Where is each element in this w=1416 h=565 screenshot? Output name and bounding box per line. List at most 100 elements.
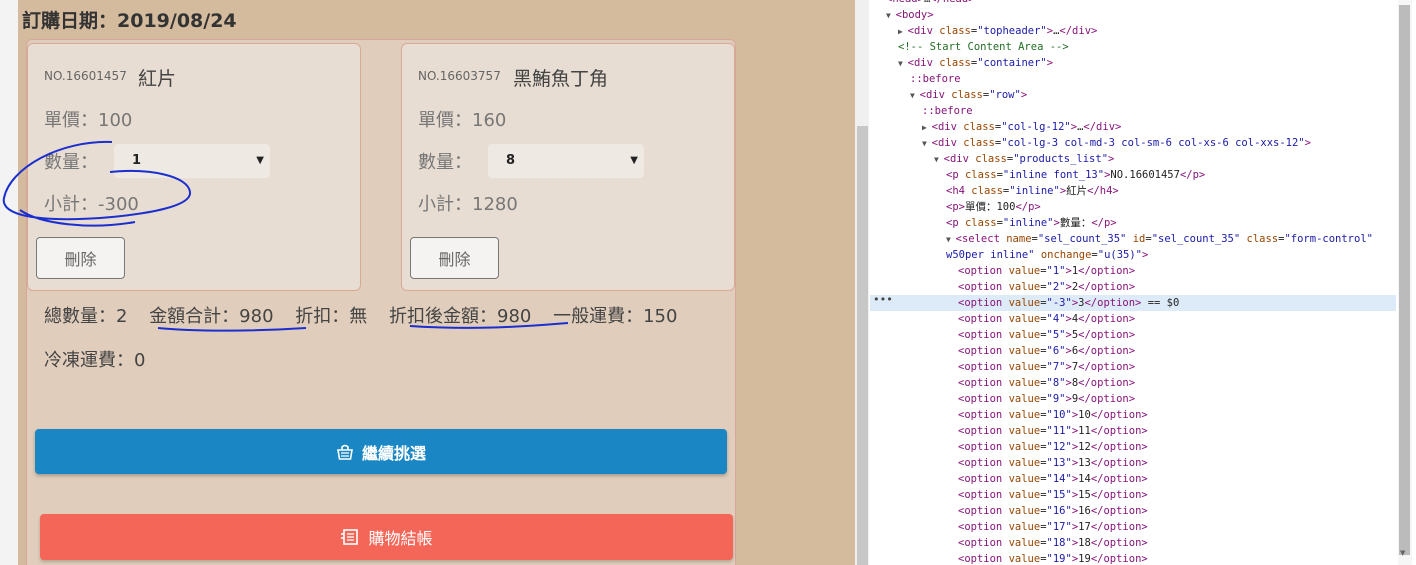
tag-name: <body> [895,9,934,21]
attr-value: "15" [1046,489,1072,501]
tag-name: <option [958,441,1003,453]
attr-value: "13" [1046,457,1072,469]
collapsed-triangle-icon: ▶ [922,123,932,132]
attr-name: class [963,121,995,133]
delete-button[interactable]: 刪除 [36,237,125,279]
dom-node-content: <option value="14">14</option> [958,471,1148,487]
node-text: 16 [1078,505,1091,517]
expanded-triangle-icon: ▼ [946,235,956,244]
tag-name: <option [958,505,1003,517]
closing-tag: </head> [930,0,974,5]
attr-name: name [1006,233,1032,245]
subtotal: 小計：-300 [44,194,139,215]
tag-name: <option [958,409,1003,421]
node-text: 12 [1078,441,1091,453]
dom-node-content: <option value="19">19</option> [958,551,1148,565]
attr-name: value [1008,537,1041,549]
tag-name: <option [958,473,1003,485]
dom-node-content: <option value="8">8</option> [958,375,1135,391]
closing-tag: </option> [1090,553,1148,565]
dom-node-content: ▶ <div class="col-lg-12">…</div> [922,119,1121,136]
attr-value: "17" [1046,521,1072,533]
attr-value: "container" [977,57,1047,69]
attr-name: class [971,185,1003,197]
discounted-amount: 折扣後金額：980 [389,306,532,327]
dom-node-content: <option value="7">7</option> [958,359,1135,375]
devtools-scrollbar-thumb[interactable] [1399,5,1410,555]
attr-value: "topheader" [977,25,1047,37]
basket-icon [337,444,353,460]
node-text: 11 [1078,425,1091,437]
tag-bracket: > [1108,153,1115,165]
unit-price: 單價：100 [44,110,133,131]
screenshot-root: 訂購日期：2019/08/24 NO.16601457 紅片 單價：100 數量… [0,0,1416,565]
attr-value: w50per inline" [946,249,1035,261]
attr-value: "11" [1046,425,1072,437]
node-text: 18 [1078,537,1091,549]
dom-node-content: <p>單價：100</p> [946,199,1041,215]
tag-name: <option [958,313,1003,325]
expanded-triangle-icon: ▼ [934,155,944,164]
expanded-triangle-icon: ▼ [910,91,920,100]
dom-node-content: ▶ <div class="topheader">…</div> [898,23,1097,40]
attr-name: value [1008,409,1041,421]
dom-node-content: ▼ <div class="row"> [910,87,1027,104]
closing-tag: </div> [1083,121,1122,133]
page-scrollbar-thumb[interactable] [857,126,868,565]
closing-tag: </p> [1015,201,1041,213]
attr-value: "sel_count_35" [1151,233,1241,245]
closing-tag: </option> [1078,265,1136,277]
closing-tag: </h4> [1087,185,1119,197]
scroll-down-arrow-icon[interactable]: ▼ [1400,549,1405,557]
tag-name: <div [919,89,945,101]
dom-node-content: ▼ <div class="products_list"> [934,151,1114,168]
attr-value: "5" [1046,329,1066,341]
more-options-icon[interactable]: ••• [873,293,893,306]
closing-tag: </option> [1078,329,1136,341]
attr-name: value [1008,297,1041,309]
attr-name: value [1008,425,1041,437]
quantity-select[interactable]: 8 ▼ [488,144,644,178]
quantity-select[interactable]: 1 ▼ [114,144,270,178]
closing-tag: </option> [1090,505,1148,517]
tag-name: <head> [886,0,924,5]
dom-node-content: <head>…</head> [886,0,975,7]
tag-name: <option [958,457,1003,469]
attr-value: "14" [1046,473,1072,485]
dom-node-content: ::before [922,103,973,119]
dom-node-content: ▼ <body> [886,7,934,24]
dom-comment: <!-- Start Content Area --> [898,41,1069,53]
attr-value: "inline" [1009,185,1060,197]
tag-name: <option [958,377,1003,389]
closing-tag: </p> [1091,217,1117,229]
attr-name: value [1008,313,1041,325]
attr-name: value [1008,489,1041,501]
dom-node-line[interactable]: <option value="-3">3</option> == $0 [870,295,1396,311]
attr-name: class [951,89,983,101]
tag-bracket: > [1020,89,1028,101]
checkout-button[interactable]: 購物結帳 [40,514,733,560]
tag-name: <option [958,425,1003,437]
attr-value: "row" [989,89,1021,101]
attr-name: id [1132,233,1146,245]
dom-node-content: <p class="inline">數量：</p> [946,215,1117,231]
attr-value: "col-lg-3 col-md-3 col-sm-6 col-xs-6 col… [1001,137,1305,149]
attr-name: value [1008,377,1041,389]
closing-tag: </option> [1078,393,1136,405]
attr-value: "inline" [1002,217,1054,229]
tag-name: <p> [946,201,965,213]
attr-value: "sel_count_35" [1037,233,1127,245]
attr-name: value [1008,281,1041,293]
attr-name: value [1008,345,1041,357]
dom-node-content: ▼ <div class="container"> [898,55,1053,72]
attr-value: "8" [1046,377,1066,389]
pseudo-element: ::before [910,73,961,85]
attr-name: class [964,169,997,181]
delete-button[interactable]: 刪除 [410,237,499,279]
attr-name: value [1008,505,1041,517]
quantity-label: 數量： [44,152,98,173]
closing-tag: </option> [1078,361,1136,373]
attr-value: "12" [1046,441,1072,453]
continue-shopping-button[interactable]: 繼續挑選 [35,429,727,474]
closing-tag: </option> [1090,521,1148,533]
